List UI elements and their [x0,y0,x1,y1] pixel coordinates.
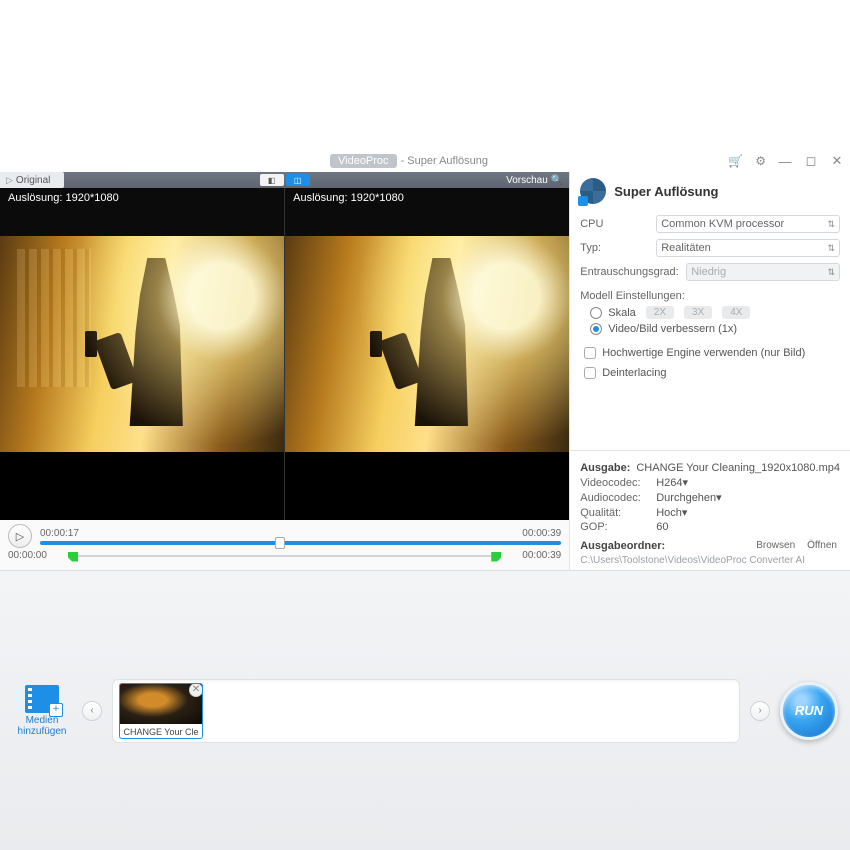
super-resolution-icon [580,178,606,204]
checkbox-hq-engine-label: Hochwertige Engine verwenden (nur Bild) [602,347,805,359]
radio-scale-label: Skala [608,307,636,319]
videocodec-combo[interactable]: H264▾ [656,476,688,489]
chevron-updown-icon: ⇅ [827,267,835,278]
settings-gear-icon[interactable]: ⚙ [755,154,766,168]
close-button[interactable]: ✕ [830,153,844,169]
radio-enhance[interactable] [590,323,602,335]
type-label: Typ: [580,242,650,254]
radio-scale[interactable] [590,307,602,319]
checkbox-hq-engine[interactable] [584,347,596,359]
chevron-down-icon: ▾ [682,507,688,519]
thumb-remove-icon[interactable]: ✕ [189,683,203,697]
chevron-down-icon: ▾ [683,477,689,489]
output-folder-path: C:\Users\Toolstone\Videos\VideoProc Conv… [580,555,840,566]
playhead-time: 00:00:17 [40,528,79,539]
duration-time: 00:00:39 [522,528,561,539]
denoise-label: Entrauschungsgrad: [580,266,680,278]
chevron-updown-icon: ⇅ [827,243,835,254]
media-thumb[interactable]: ✕ CHANGE Your Cle [119,683,203,739]
cpu-label: CPU [580,218,650,230]
gop-input[interactable]: 60 [656,521,668,533]
minimize-button[interactable]: — [778,154,792,169]
carousel-prev-button[interactable]: ‹ [82,701,102,721]
checkbox-deinterlacing[interactable] [584,367,596,379]
output-filename: CHANGE Your Cleaning_1920x1080.mp4 [636,462,840,474]
footer-bar: Medien hinzufügen ‹ ✕ CHANGE Your Cle › … [0,570,850,850]
trim-range[interactable] [68,552,501,560]
scale-4x-button[interactable]: 4X [722,306,750,319]
cart-icon[interactable]: 🛒 [728,154,743,168]
browse-button[interactable]: Browsen [753,539,798,552]
gop-label: GOP: [580,521,650,533]
top-whitespace [0,0,850,150]
thumb-label: CHANGE Your Cle [120,724,202,739]
open-folder-button[interactable]: Öffnen [804,539,840,552]
preview-pane-left: Auslösung: 1920*1080 [0,188,285,520]
carousel-next-button[interactable]: › [750,701,770,721]
scale-2x-button[interactable]: 2X [646,306,674,319]
app-subtitle: - Super Auflösung [401,155,488,167]
play-button[interactable]: ▷ [8,524,32,548]
add-media-button[interactable]: Medien hinzufügen [12,685,72,737]
preview-pane-right: Auslösung: 1920*1080 [285,188,569,520]
scale-3x-button[interactable]: 3X [684,306,712,319]
trim-start-handle[interactable] [68,552,78,562]
range-end-time: 00:00:39 [509,550,561,561]
left-resolution-label: Auslösung: 1920*1080 [8,192,119,204]
video-compare: Auslösung: 1920*1080 Auslösung: 1920*108… [0,188,569,520]
videocodec-label: Videocodec: [580,477,650,489]
transport-bar: ▷ 00:00:17 00:00:39 00:00:00 [0,520,569,570]
tab-preview[interactable]: Vorschau🔍 [506,175,569,186]
app-name: VideoProc [330,154,397,168]
media-carousel: ✕ CHANGE Your Cle [112,679,740,743]
progress-knob[interactable] [275,537,285,549]
panel-title: Super Auflösung [614,184,718,199]
type-combo[interactable]: Realitäten⇅ [656,239,840,257]
trim-end-handle[interactable] [491,552,501,562]
layout-single-icon[interactable]: ◧ [260,174,284,186]
denoise-combo[interactable]: Niedrig⇅ [686,263,840,281]
tab-original[interactable]: Original [0,172,64,188]
right-resolution-label: Auslösung: 1920*1080 [293,192,404,204]
settings-panel: Super Auflösung CPU Common KVM processor… [569,172,850,570]
audiocodec-label: Audiocodec: [580,492,650,504]
progress-bar[interactable] [40,541,561,545]
run-button[interactable]: RUN [780,682,838,740]
model-settings-label: Modell Einstellungen: [570,284,850,304]
maximize-button[interactable]: ◻ [804,153,818,169]
preview-toolbar: Original ◧ ◫ Vorschau🔍 [0,172,569,188]
output-label: Ausgabe: [580,462,630,474]
audiocodec-combo[interactable]: Durchgehen▾ [656,491,721,504]
chevron-updown-icon: ⇅ [827,219,835,230]
cpu-combo[interactable]: Common KVM processor⇅ [656,215,840,233]
checkbox-deinterlacing-label: Deinterlacing [602,367,666,379]
quality-combo[interactable]: Hoch▾ [656,506,687,519]
output-folder-label: Ausgabeordner: [580,540,665,552]
range-start-time: 00:00:00 [8,550,60,561]
title-bar: VideoProc - Super Auflösung 🛒 ⚙ — ◻ ✕ [0,150,850,172]
chevron-down-icon: ▾ [716,492,722,504]
layout-split-icon[interactable]: ◫ [286,174,310,186]
radio-enhance-label: Video/Bild verbessern (1x) [608,323,737,335]
quality-label: Qualität: [580,507,650,519]
magnifier-icon: 🔍 [551,175,563,186]
add-media-icon [25,685,59,713]
